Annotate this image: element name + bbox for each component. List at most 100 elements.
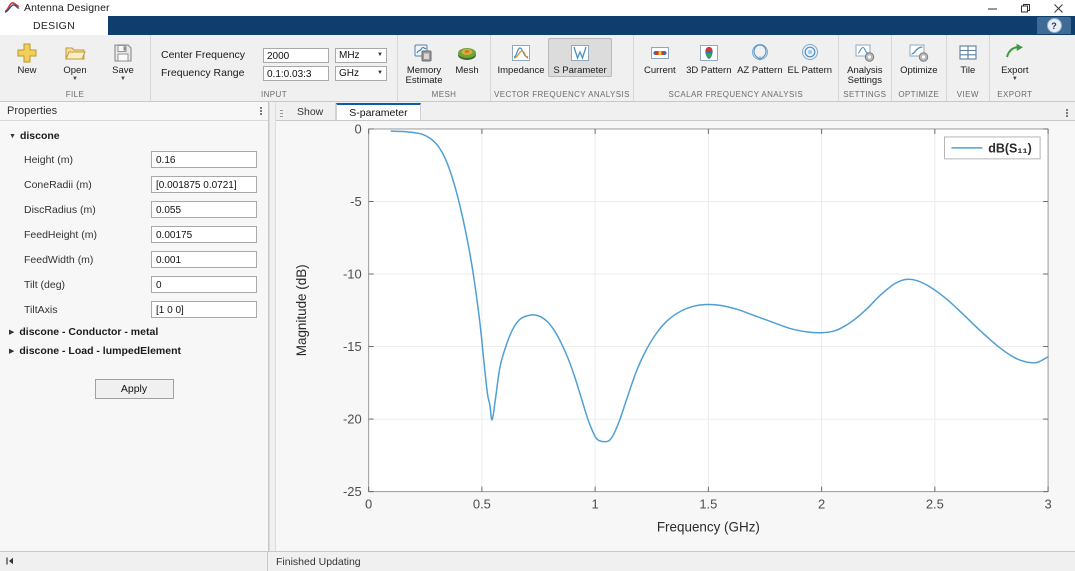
tile-label: Tile xyxy=(960,66,975,76)
properties-group-load[interactable]: ▶ discone - Load - lumpedElement xyxy=(0,345,268,357)
new-label: New xyxy=(17,66,36,76)
new-button[interactable]: New xyxy=(3,38,51,77)
tile-button[interactable]: Tile xyxy=(950,38,986,77)
properties-header: Properties xyxy=(0,102,268,121)
property-label-height: Height (m) xyxy=(24,154,151,166)
optimize-button[interactable]: Optimize xyxy=(895,38,943,77)
center-frequency-unit-select[interactable]: MHz ▼ xyxy=(335,48,387,63)
minimize-button[interactable] xyxy=(976,0,1009,16)
tab-show[interactable]: Show xyxy=(285,103,336,120)
open-dropdown-caret-icon[interactable]: ▼ xyxy=(72,76,78,82)
property-row-coneradii: ConeRadii (m) [0.001875 0.0721] xyxy=(0,176,268,193)
panel-splitter[interactable] xyxy=(269,102,276,551)
svg-text:Frequency (GHz): Frequency (GHz) xyxy=(657,519,760,534)
view-options-menu-icon[interactable] xyxy=(1066,109,1068,117)
svg-text:3: 3 xyxy=(1044,497,1051,512)
s-parameter-plot: 00.511.522.53-25-20-15-10-50Frequency (G… xyxy=(276,121,1075,551)
tab-bar-grip[interactable] xyxy=(278,106,285,120)
save-dropdown-caret-icon[interactable]: ▼ xyxy=(120,76,126,82)
analysis-settings-button[interactable]: AnalysisSettings xyxy=(842,38,888,87)
export-button[interactable]: Export ▼ xyxy=(993,38,1037,83)
property-input-feedheight[interactable]: 0.00175 xyxy=(151,226,257,243)
collapse-panel-icon[interactable] xyxy=(5,556,15,568)
current-button[interactable]: Current xyxy=(637,38,683,77)
ribbon-group-export: Export ▼ EXPORT xyxy=(990,35,1040,101)
maximize-restore-button[interactable] xyxy=(1009,0,1042,16)
status-bar: Finished Updating xyxy=(0,551,1075,571)
optimize-label: Optimize xyxy=(900,66,937,76)
frequency-range-unit-value: GHz xyxy=(339,68,359,79)
az-pattern-button[interactable]: AZ Pattern xyxy=(735,38,785,77)
el-pattern-button[interactable]: EL Pattern xyxy=(785,38,835,77)
center-frequency-input[interactable]: 2000 xyxy=(263,48,329,63)
memory-estimate-button[interactable]: MemoryEstimate xyxy=(401,38,447,87)
properties-title: Properties xyxy=(7,105,57,117)
center-frequency-label: Center Frequency xyxy=(161,49,257,61)
export-dropdown-caret-icon[interactable]: ▼ xyxy=(1012,76,1018,82)
apply-button[interactable]: Apply xyxy=(95,379,174,399)
center-frequency-row: Center Frequency 2000 MHz ▼ xyxy=(161,48,387,63)
app-icon xyxy=(4,1,20,15)
properties-group-conductor[interactable]: ▶ discone - Conductor - metal xyxy=(0,326,268,338)
ribbon-group-optimize: Optimize OPTIMIZE xyxy=(892,35,947,101)
property-label-tiltaxis: TiltAxis xyxy=(24,304,151,316)
analysis-settings-icon xyxy=(854,41,876,65)
export-label: Export xyxy=(1001,66,1028,76)
properties-panel: Properties ▼ discone Height (m) 0.16 Con… xyxy=(0,102,269,551)
property-input-feedwidth[interactable]: 0.001 xyxy=(151,251,257,268)
save-button[interactable]: Save ▼ xyxy=(99,38,147,83)
property-input-coneradii[interactable]: [0.001875 0.0721] xyxy=(151,176,257,193)
ribbon-group-label-export: EXPORT xyxy=(993,90,1037,101)
pattern-3d-button[interactable]: 3D Pattern xyxy=(683,38,735,77)
open-folder-icon xyxy=(64,41,86,65)
expand-triangle-right-icon: ▶ xyxy=(9,328,14,336)
s-parameter-chart: 00.511.522.53-25-20-15-10-50Frequency (G… xyxy=(276,121,1075,553)
status-bar-left xyxy=(0,552,268,571)
chevron-down-icon: ▼ xyxy=(377,52,383,58)
ribbon-toolbar: New Open ▼ xyxy=(0,35,1075,102)
open-label: Open xyxy=(63,66,86,76)
ribbon-group-label-optimize: OPTIMIZE xyxy=(895,90,943,101)
property-row-tilt: Tilt (deg) 0 xyxy=(0,276,268,293)
svg-text:-15: -15 xyxy=(343,339,362,354)
mesh-button[interactable]: Mesh xyxy=(447,38,487,77)
el-pattern-icon xyxy=(799,41,821,65)
frequency-range-input[interactable]: 0.1:0.03:3 xyxy=(263,66,329,81)
properties-options-menu-icon[interactable] xyxy=(260,107,262,115)
ribbon-group-mesh: MemoryEstimate Mesh MESH xyxy=(398,35,491,101)
property-input-tilt[interactable]: 0 xyxy=(151,276,257,293)
s-parameter-icon xyxy=(569,41,591,65)
ribbon-tab-design[interactable]: DESIGN xyxy=(0,16,108,35)
tab-s-parameter[interactable]: S-parameter xyxy=(336,103,420,120)
svg-text:1: 1 xyxy=(592,497,599,512)
frequency-range-row: Frequency Range 0.1:0.03:3 GHz ▼ xyxy=(161,66,387,81)
s-parameter-label: S Parameter xyxy=(553,66,606,76)
svg-text:Magnitude (dB): Magnitude (dB) xyxy=(294,264,309,356)
ribbon-group-label-file: FILE xyxy=(3,90,147,101)
svg-text:dB(S₁₁): dB(S₁₁) xyxy=(988,141,1031,155)
property-input-discradius[interactable]: 0.055 xyxy=(151,201,257,218)
help-button[interactable]: ? xyxy=(1037,17,1071,34)
el-pattern-label: EL Pattern xyxy=(788,66,833,76)
property-row-tiltaxis: TiltAxis [1 0 0] xyxy=(0,301,268,318)
pattern-3d-icon xyxy=(698,41,720,65)
impedance-button[interactable]: Impedance xyxy=(494,38,548,77)
tile-icon xyxy=(957,41,979,65)
s-parameter-button[interactable]: S Parameter xyxy=(548,38,612,77)
property-input-height[interactable]: 0.16 xyxy=(151,151,257,168)
property-row-height: Height (m) 0.16 xyxy=(0,151,268,168)
window-title: Antenna Designer xyxy=(24,2,110,14)
save-floppy-icon xyxy=(112,41,134,65)
memory-estimate-label: MemoryEstimate xyxy=(406,66,443,86)
property-input-tiltaxis[interactable]: [1 0 0] xyxy=(151,301,257,318)
properties-group-load-label: discone - Load - lumpedElement xyxy=(19,345,181,357)
az-pattern-label: AZ Pattern xyxy=(737,66,782,76)
property-row-feedheight: FeedHeight (m) 0.00175 xyxy=(0,226,268,243)
frequency-range-unit-select[interactable]: GHz ▼ xyxy=(335,66,387,81)
properties-group-discone[interactable]: ▼ discone xyxy=(0,130,268,142)
ribbon-group-input: Center Frequency 2000 MHz ▼ Frequency Ra… xyxy=(151,35,398,101)
close-button[interactable] xyxy=(1042,0,1075,16)
save-label: Save xyxy=(112,66,134,76)
open-button[interactable]: Open ▼ xyxy=(51,38,99,83)
new-plus-icon xyxy=(16,41,38,65)
